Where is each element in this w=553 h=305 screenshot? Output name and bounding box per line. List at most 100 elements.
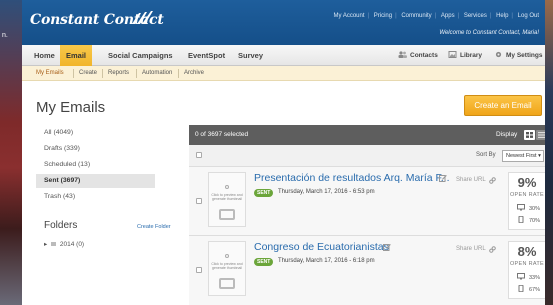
grid-view-button[interactable] [524,130,535,140]
background-left: n. [0,0,22,305]
magnifier-icon [225,185,229,189]
open-rate-panel: 9% OPEN RATE 30% 70% [508,172,545,230]
logout-link[interactable]: Log Out [518,13,539,19]
library-link[interactable]: Library [448,45,482,66]
mobile-stat: 70% [517,216,540,224]
sort-select[interactable]: Newest First ▾ [502,150,544,162]
community-link[interactable]: Community [401,13,431,19]
my-settings-label: My Settings [506,52,543,59]
tab-home[interactable]: Home [28,45,61,66]
services-link[interactable]: Services [464,13,487,19]
share-url-link[interactable]: Share URL [456,246,486,252]
contacts-label: Contacts [410,52,438,59]
contacts-icon [398,51,407,58]
mobile-icon [518,216,524,223]
share-url-link[interactable]: Share URL [456,177,486,183]
page-title: My Emails [36,99,106,116]
contacts-link[interactable]: Contacts [398,45,438,66]
subnav-divider [102,69,103,78]
create-email-button[interactable]: Create an Email [464,95,542,116]
subnav-divider [178,69,179,78]
open-rate-label: OPEN RATE [509,261,545,267]
thumbnail-hint: Click to preview and generate thumbnail [211,193,243,201]
main-nav: Home Email Social Campaigns EventSpot Su… [22,45,545,66]
open-rate-label: OPEN RATE [509,192,545,198]
folder-icon [51,242,57,246]
my-settings-link[interactable]: My Settings [494,45,542,66]
filter-scheduled[interactable]: Scheduled (13) [36,158,155,172]
email-thumbnail[interactable]: Click to preview and generate thumbnail [208,172,246,227]
selected-count: 0 of 3697 selected [195,131,249,138]
subnav-create[interactable]: Create [79,66,97,81]
background-right [545,0,553,305]
status-badge: SENT [254,189,274,197]
subnav-divider [73,69,74,78]
folder-item-2014[interactable]: ▸ 2014 (0) [44,240,84,248]
email-thumbnail[interactable]: Click to preview and generate thumbnail [208,241,246,296]
open-rate-value: 9% [517,175,537,190]
subnav-automation[interactable]: Automation [142,66,172,81]
edit-icon[interactable] [383,243,391,251]
image-placeholder-icon [219,278,235,289]
sent-date: Thursday, March 17, 2016 - 6:53 pm [278,189,375,195]
app-window: Constant Contact My Account | Pricing | Co… [22,0,545,305]
filter-all[interactable]: All (4049) [36,126,155,140]
email-subject-link[interactable]: Congreso de Ecuatorianistas [254,241,389,253]
desktop-icon [517,273,525,280]
email-row[interactable]: Click to preview and generate thumbnail … [189,167,545,236]
filter-sent[interactable]: Sent (3697) [36,174,155,188]
filter-drafts[interactable]: Drafts (339) [36,142,155,156]
magnifier-icon [225,254,229,258]
tab-survey[interactable]: Survey [232,45,269,66]
subnav-reports[interactable]: Reports [108,66,129,81]
subnav-divider [136,69,137,78]
pricing-link[interactable]: Pricing [374,13,392,19]
background-text-fragment: n. [2,32,8,39]
desktop-percent: 33% [529,275,541,281]
status-badge: SENT [254,258,274,266]
row-checkbox[interactable] [196,198,202,204]
mobile-stat: 67% [517,285,540,293]
tab-social-campaigns[interactable]: Social Campaigns [102,45,179,66]
desktop-stat: 33% [517,273,540,281]
apps-link[interactable]: Apps [441,13,455,19]
desktop-icon [517,204,525,211]
thumbnail-hint: Click to preview and generate thumbnail [211,262,243,270]
select-all-checkbox[interactable] [196,152,202,158]
my-account-link[interactable]: My Account [333,13,364,19]
tab-eventspot[interactable]: EventSpot [182,45,231,66]
edit-icon[interactable] [439,174,447,182]
list-view-button[interactable] [536,130,545,140]
sort-bar: Sort By Newest First ▾ [189,145,545,167]
mobile-percent: 67% [529,287,541,293]
folders-heading: Folders [44,220,78,231]
logo-wings-icon [132,11,153,24]
expand-arrow-icon[interactable]: ▸ [44,241,47,248]
tab-email[interactable]: Email [60,45,93,66]
welcome-message: Welcome to Constant Contact, Maria! [439,30,539,36]
email-row[interactable]: Click to preview and generate thumbnail … [189,236,545,305]
desktop-stat: 30% [517,204,540,212]
library-icon [448,51,457,58]
display-label: Display [496,131,518,138]
row-checkbox[interactable] [196,267,202,273]
subnav-my-emails[interactable]: My Emails [36,66,64,81]
open-rate-panel: 8% OPEN RATE 33% 67% [508,241,545,299]
account-links: My Account | Pricing | Community | Apps | Se… [333,13,539,19]
create-folder-link[interactable]: Create Folder [137,224,171,230]
chevron-down-icon: ▾ [538,153,541,159]
email-subject-link[interactable]: Presentación de resultados Arq. María F.… [254,172,450,184]
sub-nav: My Emails Create Reports Automation Arch… [22,66,545,81]
open-rate-value: 8% [517,244,537,259]
help-link[interactable]: Help [496,13,508,19]
sort-by-label: Sort By [476,152,496,158]
link-icon[interactable] [489,177,496,184]
folder-label: 2014 (0) [59,241,85,248]
mobile-percent: 70% [529,218,541,224]
library-label: Library [460,52,483,59]
subnav-archive[interactable]: Archive [184,66,204,81]
email-list-header: 0 of 3697 selected Display [189,125,545,145]
link-icon[interactable] [489,246,496,253]
filter-trash[interactable]: Trash (43) [36,190,155,204]
mobile-icon [518,285,524,292]
